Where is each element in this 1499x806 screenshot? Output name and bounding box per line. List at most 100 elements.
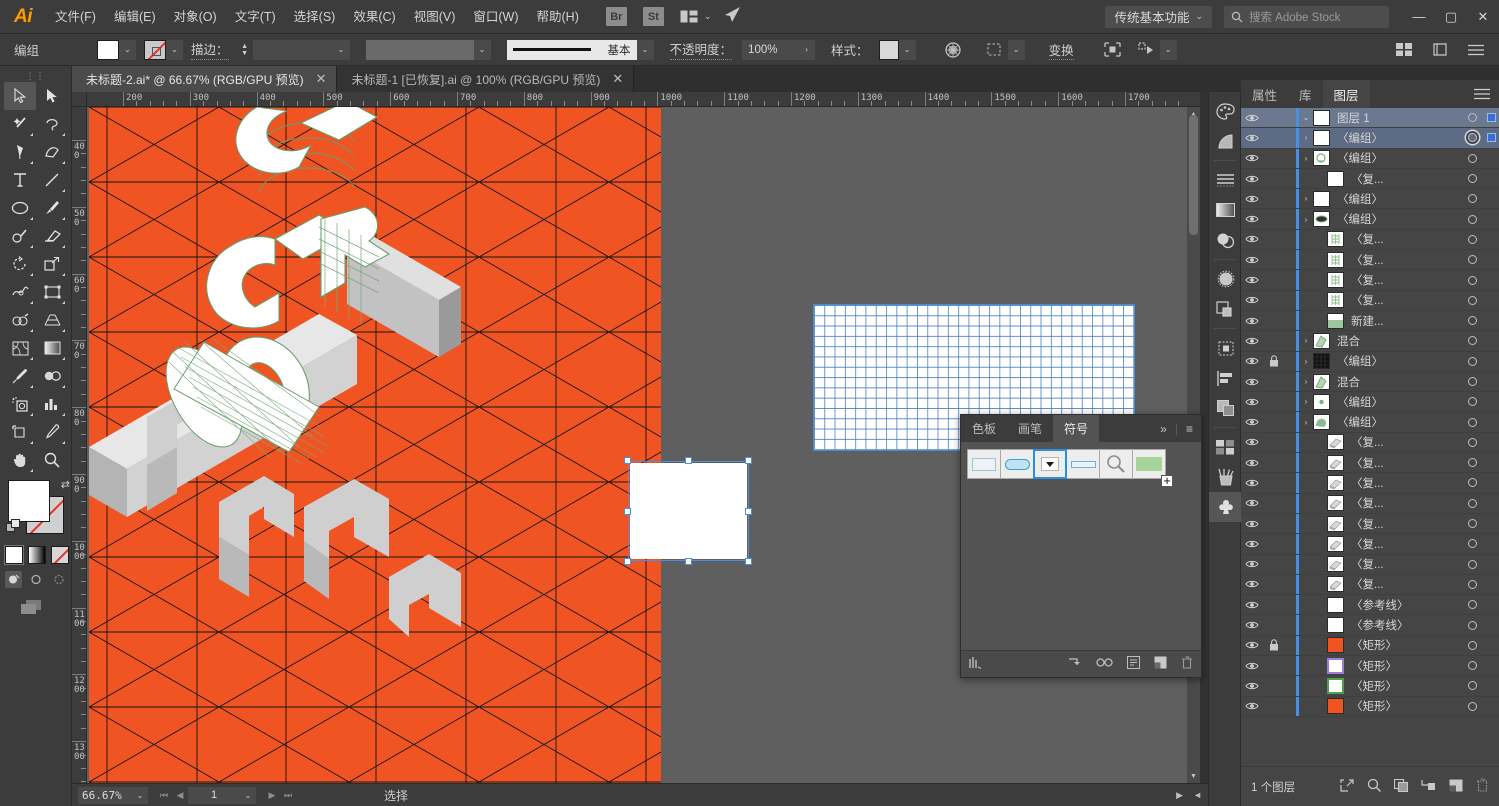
layer-name[interactable]: 〈编组〉 (1337, 353, 1461, 369)
align-panel-icon[interactable] (1209, 363, 1242, 393)
layer-row[interactable]: 〈矩形〉 (1241, 676, 1499, 697)
target-indicator[interactable] (1461, 417, 1483, 427)
visibility-eye-icon[interactable] (1241, 661, 1263, 671)
visibility-eye-icon[interactable] (1241, 133, 1263, 143)
pen-tool[interactable] (4, 138, 36, 166)
shape-builder-tool[interactable] (4, 306, 36, 334)
visibility-eye-icon[interactable] (1241, 377, 1263, 387)
perspective-grid-tool[interactable] (36, 306, 68, 334)
chevron-down-icon[interactable]: ⌄ (1299, 113, 1313, 122)
layer-row[interactable]: 新建... (1241, 310, 1499, 332)
layer-name[interactable]: 〈编组〉 (1337, 211, 1461, 227)
layer-row[interactable]: 〈参考线〉 (1241, 615, 1499, 636)
symbol-green-block[interactable]: + (1132, 449, 1173, 487)
chevron-right-icon[interactable]: › (1299, 418, 1313, 427)
artboard[interactable] (89, 107, 661, 783)
layer-name[interactable]: 〈矩形〉 (1351, 658, 1461, 674)
layer-row[interactable]: 〈复... (1241, 493, 1499, 514)
visibility-eye-icon[interactable] (1241, 234, 1263, 244)
opacity-label[interactable]: 不透明度： (669, 39, 733, 60)
stroke-weight-input[interactable] (252, 39, 333, 60)
scroll-down-icon[interactable]: ▼ (1187, 769, 1200, 783)
close-icon[interactable]: ✕ (612, 71, 623, 87)
fill-swatch-large[interactable] (8, 480, 50, 522)
symbol-dropdown[interactable] (1033, 449, 1067, 479)
layer-row[interactable]: ⌄ 图层 1 (1241, 108, 1499, 129)
search-layers-icon[interactable] (1367, 778, 1381, 795)
last-artboard-button[interactable]: ⏭ (280, 787, 296, 804)
chevron-right-icon[interactable]: › (1299, 194, 1313, 203)
isolate-selected-object-icon[interactable] (1100, 39, 1126, 61)
chevron-right-icon[interactable]: › (1299, 133, 1313, 142)
width-tool[interactable] (4, 278, 36, 306)
visibility-eye-icon[interactable] (1241, 681, 1263, 691)
align-to-selection-icon[interactable] (982, 39, 1008, 61)
visibility-eye-icon[interactable] (1241, 275, 1263, 285)
transparency-panel-icon[interactable] (1209, 225, 1242, 255)
panel-menu-icon[interactable] (1463, 39, 1489, 61)
layers-stack-icon[interactable] (1209, 393, 1242, 423)
visibility-eye-icon[interactable] (1241, 336, 1263, 346)
layers-panel[interactable]: 属性 库 图层 ⌄ 图层 1 › 〈编组〉 › 〈编组〉 〈复... › 〈编组〉 › 〈编组〉 〈复… (1241, 80, 1499, 806)
screen-mode-button[interactable] (18, 598, 71, 619)
stroke-weight-label[interactable]: 描边： (191, 39, 229, 60)
visibility-eye-icon[interactable] (1241, 194, 1263, 204)
tab-libraries[interactable]: 库 (1288, 80, 1323, 108)
document-tab-1[interactable]: 未标题-2.ai* @ 66.67% (RGB/GPU 预览) ✕ (72, 66, 338, 92)
visibility-eye-icon[interactable] (1241, 214, 1263, 224)
document-setup-icon[interactable] (1427, 39, 1453, 61)
target-indicator[interactable] (1461, 559, 1483, 569)
paintbrush-tool[interactable] (36, 194, 68, 222)
menu-type[interactable]: 文字(T) (226, 0, 285, 34)
layer-name[interactable]: 〈编组〉 (1337, 130, 1461, 146)
target-indicator[interactable] (1461, 478, 1483, 488)
tab-layers[interactable]: 图层 (1322, 80, 1370, 108)
arrange-documents-grid-icon[interactable] (1391, 39, 1417, 61)
menu-view[interactable]: 视图(V) (405, 0, 465, 34)
target-indicator[interactable] (1461, 620, 1483, 630)
hand-tool[interactable] (4, 446, 36, 474)
layer-name[interactable]: 〈复... (1351, 576, 1461, 592)
layer-name[interactable]: 〈矩形〉 (1351, 698, 1461, 714)
locate-object-icon[interactable] (1340, 778, 1354, 795)
gradient-panel-icon[interactable] (1209, 195, 1242, 225)
target-indicator[interactable] (1461, 295, 1483, 305)
chevron-right-icon[interactable]: › (1299, 377, 1313, 386)
stroke-weight-dropdown[interactable]: ⌄ (332, 39, 350, 60)
zoom-dropdown-arrow[interactable]: ⌄ (132, 786, 148, 804)
visibility-eye-icon[interactable] (1241, 579, 1263, 589)
slice-tool[interactable] (36, 418, 68, 446)
target-indicator[interactable] (1461, 458, 1483, 468)
swap-fill-stroke-icon[interactable]: ⇄ (61, 478, 70, 491)
lasso-tool[interactable] (36, 110, 68, 138)
layer-name[interactable]: 〈复... (1351, 516, 1461, 532)
tab-brushes[interactable]: 画笔 (1007, 415, 1053, 442)
symbol-line[interactable] (1066, 449, 1100, 479)
rotate-tool[interactable] (4, 250, 36, 278)
target-indicator[interactable] (1461, 640, 1483, 650)
stock-search-input[interactable]: 搜索 Adobe Stock (1224, 5, 1389, 28)
bbox-handle-br[interactable] (745, 558, 752, 565)
visibility-eye-icon[interactable] (1241, 113, 1263, 123)
next-artboard-button[interactable]: ▶ (264, 787, 280, 804)
target-indicator[interactable] (1461, 255, 1483, 265)
target-indicator[interactable] (1461, 498, 1483, 508)
menu-effect[interactable]: 效果(C) (344, 0, 404, 34)
layer-row[interactable]: › 〈编组〉 (1241, 351, 1499, 372)
visibility-eye-icon[interactable] (1241, 458, 1263, 468)
layer-row[interactable]: 〈复... (1241, 513, 1499, 535)
layer-name[interactable]: 〈矩形〉 (1351, 637, 1461, 653)
direct-selection-tool[interactable] (36, 82, 68, 110)
target-indicator[interactable] (1461, 194, 1483, 204)
selected-object-E[interactable] (624, 457, 752, 565)
arrange-documents-button[interactable]: ⌄ (680, 10, 711, 23)
chevron-right-icon[interactable]: › (1299, 215, 1313, 224)
artboard-dropdown-arrow[interactable]: ⌄ (240, 786, 256, 804)
bbox-handle-bl[interactable] (624, 558, 631, 565)
graphic-style-swatch[interactable] (878, 39, 899, 60)
symbol-rect-light[interactable] (967, 449, 1001, 479)
visibility-eye-icon[interactable] (1241, 620, 1263, 630)
layer-row[interactable]: › 〈编组〉 (1241, 209, 1499, 230)
visibility-eye-icon[interactable] (1241, 600, 1263, 610)
brush-dropdown-arrow[interactable]: ⌄ (473, 39, 491, 60)
